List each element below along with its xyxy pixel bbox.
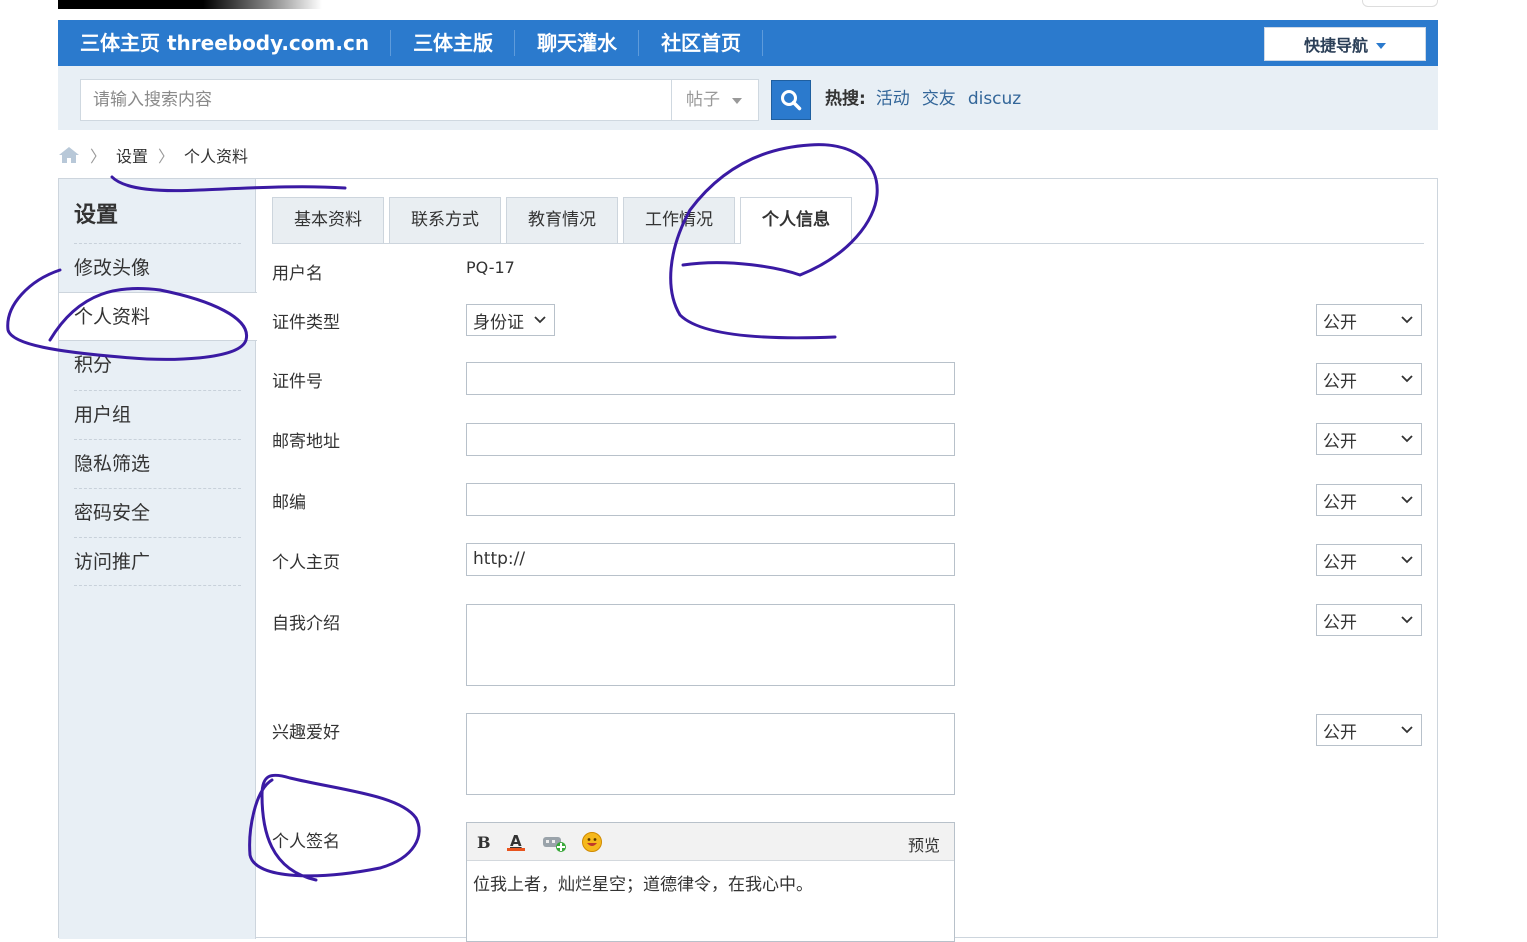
bold-icon[interactable]: B	[475, 833, 491, 851]
nav-item-home[interactable]: 三体主页 threebody.com.cn	[58, 20, 392, 66]
chevron-down-icon	[1401, 616, 1413, 624]
sidebar-item-password[interactable]: 密码安全	[74, 488, 241, 537]
postcode-label: 邮编	[272, 493, 306, 513]
signature-label: 个人签名	[272, 832, 340, 852]
homepage-field[interactable]: http://	[466, 543, 955, 576]
search-type-label: 帖子	[686, 90, 720, 110]
quick-nav-label: 快捷导航	[1303, 36, 1368, 55]
sidebar-item-profile[interactable]: 个人资料	[59, 292, 257, 341]
search-type-select[interactable]: 帖子	[671, 79, 759, 121]
privacy-select[interactable]: 公开	[1316, 714, 1422, 746]
privacy-select[interactable]: 公开	[1316, 423, 1422, 455]
sidebar-item-privacy[interactable]: 隐私筛选	[74, 439, 241, 488]
hot-search-link[interactable]: 活动	[876, 86, 910, 112]
search-button[interactable]	[771, 80, 811, 120]
editor-toolbar: B A 预览	[467, 823, 954, 861]
privacy-select[interactable]: 公开	[1316, 363, 1422, 395]
chevron-down-icon	[1401, 375, 1413, 383]
breadcrumb-separator: 〉	[90, 147, 107, 166]
profile-tabs: 基本资料 联系方式 教育情况 工作情况 个人信息	[272, 197, 1424, 244]
privacy-select[interactable]: 公开	[1316, 484, 1422, 516]
hot-search-link[interactable]: 交友	[922, 86, 956, 112]
breadcrumb-profile: 个人资料	[184, 147, 249, 166]
address-label: 邮寄地址	[272, 432, 340, 452]
search-bar: 请输入搜索内容 帖子 热搜: 活动 交友 discuz	[58, 66, 1438, 130]
tab-contact[interactable]: 联系方式	[389, 197, 501, 243]
chevron-down-icon	[732, 97, 742, 104]
tab-personal[interactable]: 个人信息	[740, 197, 852, 244]
privacy-value: 公开	[1323, 312, 1357, 333]
sidebar-list: 修改头像 个人资料 积分 用户组 隐私筛选 密码安全 访问推广	[59, 243, 257, 586]
id-number-label: 证件号	[272, 372, 323, 392]
hot-search-link[interactable]: discuz	[968, 86, 1021, 112]
username-label: 用户名	[272, 264, 323, 284]
privacy-value: 公开	[1323, 552, 1357, 573]
chevron-down-icon	[1401, 435, 1413, 443]
search-input[interactable]: 请输入搜索内容	[80, 79, 672, 121]
search-icon	[781, 90, 802, 111]
image-insert-icon[interactable]	[541, 831, 567, 853]
privacy-select[interactable]: 公开	[1316, 604, 1422, 636]
chevron-down-icon	[1401, 556, 1413, 564]
tab-education[interactable]: 教育情况	[506, 197, 618, 243]
breadcrumb-settings[interactable]: 设置	[116, 143, 148, 167]
signature-text[interactable]: 位我上者，灿烂星空；道德律令，在我心中。	[467, 861, 954, 904]
preview-button[interactable]: 预览	[908, 832, 940, 856]
emoji-icon[interactable]	[581, 831, 603, 853]
hobby-label: 兴趣爱好	[272, 723, 340, 743]
svg-text:B: B	[477, 833, 491, 851]
quick-nav-button[interactable]: 快捷导航	[1264, 27, 1426, 61]
privacy-value: 公开	[1323, 612, 1357, 633]
sidebar-title: 设置	[74, 203, 119, 228]
home-icon[interactable]	[58, 145, 80, 165]
chevron-down-icon	[1401, 316, 1413, 324]
sidebar-item-points[interactable]: 积分	[74, 341, 241, 390]
main-nav: 三体主页 threebody.com.cn 三体主版 聊天灌水 社区首页 快捷导…	[58, 20, 1438, 66]
privacy-select[interactable]: 公开	[1316, 304, 1422, 336]
settings-panel: 设置 修改头像 个人资料 积分 用户组 隐私筛选 密码安全 访问推广 基本资料 …	[58, 178, 1438, 942]
tab-work[interactable]: 工作情况	[623, 197, 735, 243]
bio-textarea[interactable]	[466, 604, 955, 686]
nav-item-main-board[interactable]: 三体主版	[391, 20, 516, 66]
hot-search: 热搜: 活动 交友 discuz	[825, 86, 1021, 112]
svg-text:A: A	[510, 832, 522, 850]
privacy-value: 公开	[1323, 371, 1357, 392]
sidebar-item-usergroup[interactable]: 用户组	[74, 390, 241, 439]
id-type-label: 证件类型	[272, 313, 340, 333]
sidebar-item-promotion[interactable]: 访问推广	[74, 537, 241, 586]
tab-basic[interactable]: 基本资料	[272, 197, 384, 243]
top-strip	[58, 0, 322, 9]
signature-editor: B A 预览 位我上者，灿烂星空；道德律令，在我心中。	[466, 822, 955, 942]
hobby-textarea[interactable]	[466, 713, 955, 795]
top-right-fragment	[1362, 0, 1438, 7]
id-number-field[interactable]	[466, 362, 955, 395]
privacy-value: 公开	[1323, 431, 1357, 452]
chevron-down-icon	[1376, 42, 1386, 49]
chevron-down-icon	[534, 316, 546, 324]
username-value: PQ-17	[466, 258, 515, 277]
font-color-icon[interactable]: A	[505, 831, 527, 853]
id-type-value: 身份证	[473, 312, 524, 333]
id-type-select[interactable]: 身份证	[466, 304, 555, 336]
nav-item-chat[interactable]: 聊天灌水	[515, 20, 640, 66]
address-field[interactable]	[466, 423, 955, 456]
chevron-down-icon	[1401, 496, 1413, 504]
homepage-label: 个人主页	[272, 553, 340, 573]
breadcrumb: 〉 设置 〉 个人资料	[58, 143, 248, 167]
postcode-field[interactable]	[466, 483, 955, 516]
chevron-down-icon	[1401, 726, 1413, 734]
breadcrumb-separator: 〉	[158, 147, 175, 166]
privacy-value: 公开	[1323, 722, 1357, 743]
privacy-select[interactable]: 公开	[1316, 544, 1422, 576]
bio-label: 自我介绍	[272, 614, 340, 634]
settings-sidebar: 设置 修改头像 个人资料 积分 用户组 隐私筛选 密码安全 访问推广	[59, 179, 257, 939]
nav-item-community[interactable]: 社区首页	[639, 20, 764, 66]
sidebar-item-avatar[interactable]: 修改头像	[74, 243, 241, 292]
privacy-value: 公开	[1323, 492, 1357, 513]
hot-search-label: 热搜:	[825, 89, 866, 109]
